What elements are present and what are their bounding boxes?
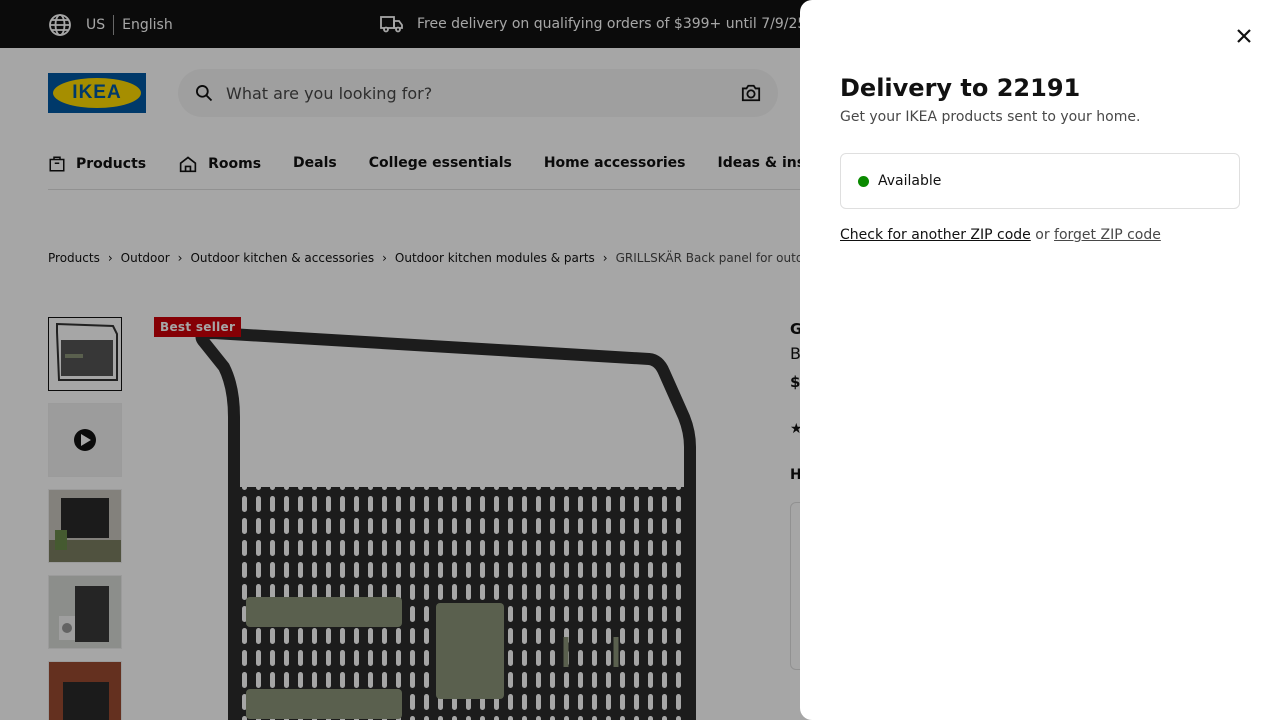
zip-links: Check for another ZIP code or forget ZIP… — [840, 227, 1161, 243]
check-zip-link[interactable]: Check for another ZIP code — [840, 227, 1031, 243]
delivery-panel: Delivery to 22191 Get your IKEA products… — [800, 0, 1280, 720]
panel-title: Delivery to 22191 — [840, 74, 1081, 102]
or-text: or — [1035, 227, 1055, 243]
availability-box: Available — [840, 153, 1240, 209]
close-icon — [1237, 29, 1251, 43]
availability-status: Available — [878, 173, 942, 189]
forget-zip-link[interactable]: forget ZIP code — [1054, 227, 1161, 243]
close-button[interactable] — [1230, 22, 1258, 50]
panel-subtitle: Get your IKEA products sent to your home… — [840, 109, 1141, 125]
status-dot-icon — [858, 175, 869, 187]
